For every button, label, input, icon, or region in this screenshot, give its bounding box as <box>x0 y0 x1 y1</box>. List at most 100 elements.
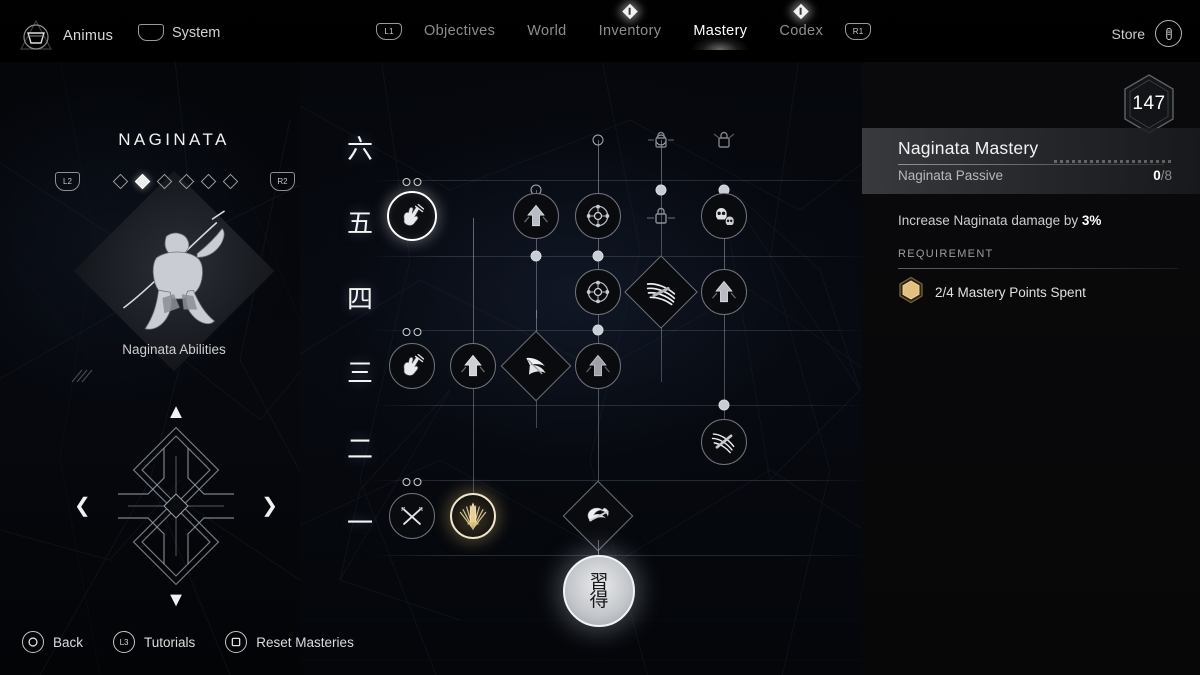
animus-menu-button[interactable]: Animus <box>18 18 113 54</box>
skill-node-r6-c4[interactable] <box>646 125 676 155</box>
weapon-pager: L2 R2 <box>55 172 295 191</box>
touchpad-icon <box>138 24 164 41</box>
upgrade-arrow-icon <box>712 280 736 303</box>
ability-pip <box>402 478 411 486</box>
node-frame <box>450 343 496 389</box>
description-value: 3% <box>1081 213 1102 228</box>
tutorials-button[interactable]: L3 Tutorials <box>113 631 195 653</box>
slash-burst-icon <box>646 283 676 306</box>
page-indicator-dot[interactable] <box>112 173 128 190</box>
l2-trigger-icon[interactable]: L2 <box>55 172 80 191</box>
grab-strike-icon <box>403 203 425 226</box>
system-menu-button[interactable]: System <box>138 24 220 41</box>
tab-mastery[interactable]: Mastery <box>677 0 763 62</box>
tree-gridline <box>372 480 870 481</box>
mastery-root-node[interactable]: 習 得 <box>563 555 635 627</box>
skill-node-r1-c1[interactable] <box>389 493 435 539</box>
page-indicator-dot-active[interactable] <box>134 173 150 190</box>
skill-node-r3-c3[interactable] <box>500 330 572 402</box>
skill-node-r6-c5[interactable] <box>709 125 739 155</box>
back-label: Back <box>53 634 84 650</box>
navpad-right-button[interactable]: ❯ <box>261 496 278 516</box>
tab-world-label: World <box>527 23 567 39</box>
tab-objectives[interactable]: Objectives <box>408 0 511 62</box>
skill-node-r5-c2[interactable] <box>513 193 559 239</box>
skill-node-r5-c1[interactable] <box>387 191 437 241</box>
ability-pip <box>413 328 422 336</box>
skill-node-r3-c2[interactable] <box>450 343 496 389</box>
locked-node-frame <box>640 195 682 237</box>
skill-node-r1-c2[interactable] <box>450 493 496 539</box>
navpad-left-button[interactable]: ❮ <box>74 496 91 516</box>
node-frame <box>387 191 437 241</box>
grab-strike-icon <box>403 353 425 376</box>
skill-node-r2-c6[interactable] <box>701 419 747 465</box>
samurai-figure-icon <box>97 194 251 348</box>
skill-node-r5-c4[interactable] <box>646 201 676 231</box>
row-label-5: 五 <box>346 209 373 239</box>
rank-current: 0 <box>1153 168 1161 183</box>
page-indicator-dot[interactable] <box>178 173 194 190</box>
mastery-points-value: 147 <box>1132 93 1166 114</box>
row-label-4: 四 <box>346 285 373 315</box>
tree-joint <box>592 324 604 336</box>
skill-node-r5-c5[interactable] <box>701 193 747 239</box>
tree-joint <box>718 399 730 411</box>
page-indicator-dot[interactable] <box>200 173 216 190</box>
upgrade-arrow-icon <box>461 354 485 377</box>
skill-node-r3-c4[interactable] <box>575 343 621 389</box>
tree-joint <box>592 134 604 146</box>
ability-pips <box>402 178 422 186</box>
skill-node-r4-c6[interactable] <box>701 269 747 315</box>
info-panel-subtitle: Naginata Passive <box>898 168 1004 183</box>
tutorials-label: Tutorials <box>144 634 196 650</box>
tab-inventory[interactable]: Inventory <box>583 0 678 62</box>
page-indicator-dot[interactable] <box>222 173 238 190</box>
reset-masteries-label: Reset Masteries <box>256 634 354 650</box>
store-button[interactable]: Store <box>1112 20 1182 47</box>
tree-gridline <box>372 555 870 556</box>
r2-trigger-icon[interactable]: R2 <box>270 172 295 191</box>
row-label-3: 三 <box>346 359 373 389</box>
tree-gridline <box>372 405 870 406</box>
tab-inventory-label: Inventory <box>598 23 662 39</box>
skill-node-r4-c3[interactable] <box>575 269 621 315</box>
node-frame-diamond <box>500 330 572 402</box>
tab-objectives-label: Objectives <box>424 23 496 39</box>
skill-node-r5-c3[interactable] <box>575 193 621 239</box>
navpad-up-button[interactable]: ▲ <box>166 402 186 422</box>
requirement-row: 2/4 Mastery Points Spent <box>898 276 1086 309</box>
skill-node-r4-c5[interactable] <box>624 255 698 329</box>
locked-node-frame <box>703 119 745 161</box>
tree-joint <box>592 250 604 262</box>
node-frame <box>575 343 621 389</box>
node-frame-unlocked <box>450 493 496 539</box>
notification-diamond-icon <box>622 3 638 20</box>
navpad-down-button[interactable]: ▼ <box>166 590 186 610</box>
flourish-icon <box>587 507 609 522</box>
reset-masteries-button[interactable]: Reset Masteries <box>225 631 354 653</box>
node-frame <box>389 343 435 389</box>
mastery-screen: Animus System L1 Objectives World Invent… <box>0 0 1200 675</box>
tree-gridline <box>372 330 870 331</box>
back-button[interactable]: Back <box>22 631 83 653</box>
tab-world[interactable]: World <box>511 0 582 62</box>
info-panel-divider <box>898 164 1164 165</box>
row-label-1: 一 <box>346 509 373 539</box>
top-navigation-bar: Animus System L1 Objectives World Invent… <box>0 0 1200 62</box>
root-kanji-line2: 得 <box>589 589 609 611</box>
skill-node-r3-c1[interactable] <box>389 343 435 389</box>
node-frame <box>701 193 747 239</box>
page-indicator-dot[interactable] <box>156 173 172 190</box>
circle-button-icon <box>22 631 44 653</box>
golden-blade-icon <box>459 502 487 530</box>
notification-diamond-icon <box>793 3 809 20</box>
node-frame <box>575 269 621 315</box>
skill-node-r1-c4[interactable] <box>562 480 634 552</box>
tab-mastery-label: Mastery <box>693 23 748 39</box>
l1-bumper-hint: L1 <box>370 0 408 62</box>
rank-max: 8 <box>1164 168 1172 183</box>
crossed-swords-icon <box>401 506 423 525</box>
tab-codex[interactable]: Codex <box>763 0 839 62</box>
tree-gridline <box>372 256 870 257</box>
